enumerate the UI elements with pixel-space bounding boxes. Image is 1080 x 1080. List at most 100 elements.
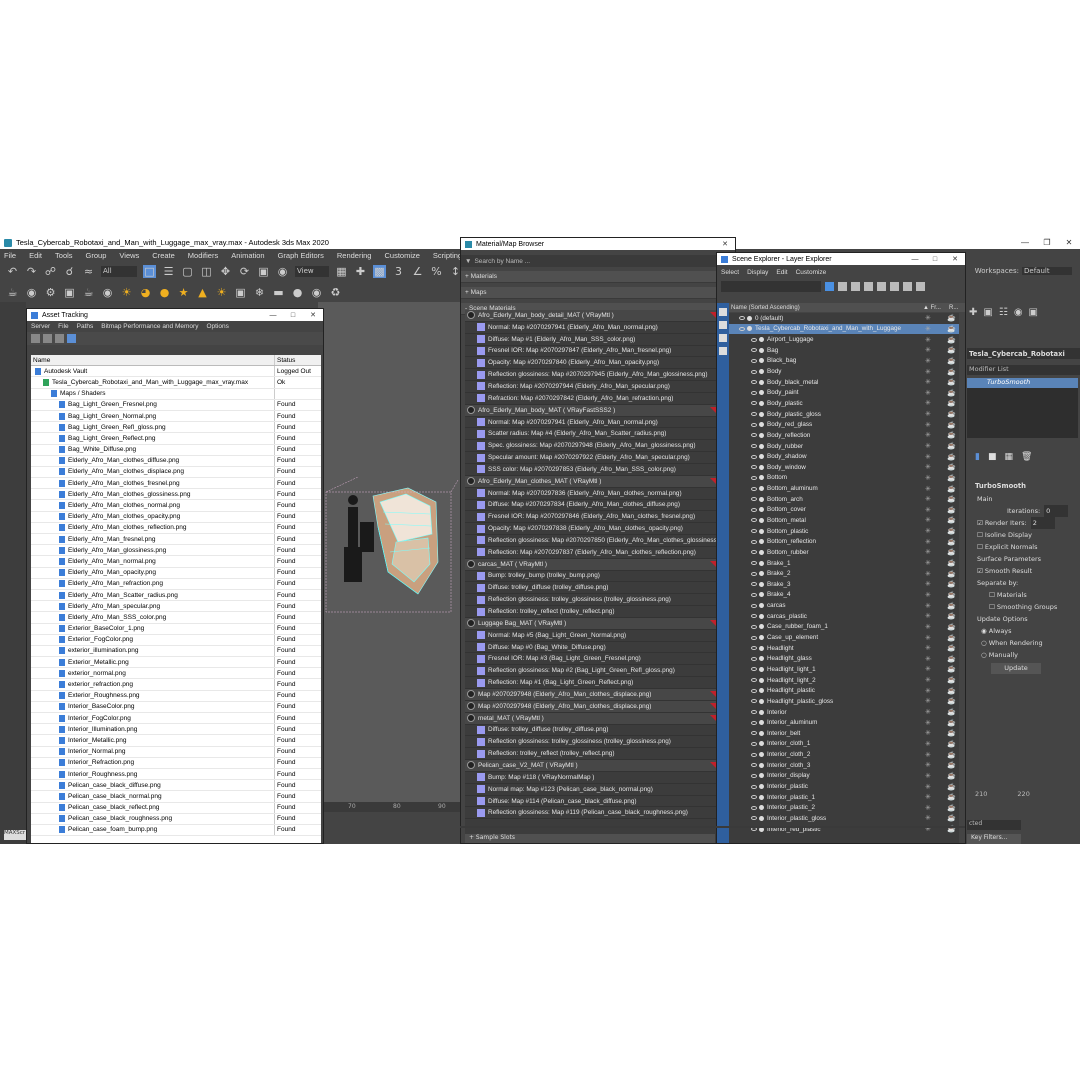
modifier-stack-turbosmooth[interactable]: TurboSmooth [967, 378, 1078, 388]
freeze-icon[interactable]: ✳ [925, 421, 931, 429]
map-item[interactable]: Opacity: Map #2070297838 (Elderly_Afro_M… [465, 523, 717, 536]
material-item[interactable]: carcas_MAT ( VRayMtl ) [465, 558, 717, 571]
asset-row[interactable]: Elderly_Afro_Man_fresnel.png Found [31, 534, 321, 546]
freeze-icon[interactable]: ✳ [925, 687, 931, 695]
visibility-eye-icon[interactable] [751, 646, 757, 651]
asset-row[interactable]: Elderly_Afro_Man_clothes_diffuse.png Foun… [31, 455, 321, 467]
freeze-icon[interactable]: ✳ [925, 399, 931, 407]
scene-item[interactable]: Interior_plastic_1 ✳ ☕ [729, 792, 959, 803]
motion-tab-icon[interactable]: ◉ [1014, 307, 1023, 318]
visibility-eye-icon[interactable] [751, 741, 757, 746]
freeze-icon[interactable]: ✳ [925, 634, 931, 642]
visibility-eye-icon[interactable] [751, 571, 757, 576]
scene-item[interactable]: Body_black_metal ✳ ☕ [729, 377, 959, 388]
materials-checkbox[interactable]: ☐ [989, 591, 995, 599]
visibility-eye-icon[interactable] [751, 337, 757, 342]
map-item[interactable]: Reflection: Map #2070297944 (Elderly_Afr… [465, 381, 717, 393]
renderable-icon[interactable]: ☕ [947, 314, 956, 322]
visibility-eye-icon[interactable] [751, 412, 757, 417]
all-filter-icon[interactable] [916, 281, 925, 291]
freeze-icon[interactable]: ✳ [925, 516, 931, 524]
map-item[interactable]: Reflection glossiness: trolley_glossines… [465, 736, 717, 749]
mat-browser-close-button[interactable]: ✕ [715, 238, 735, 250]
move-icon[interactable]: ✥ [219, 265, 232, 278]
visibility-eye-icon[interactable] [751, 731, 757, 736]
renderable-icon[interactable]: ☕ [947, 559, 956, 567]
visibility-eye-icon[interactable] [751, 635, 757, 640]
renderable-icon[interactable]: ☕ [947, 442, 956, 450]
freeze-icon[interactable]: ✳ [925, 314, 931, 322]
visibility-eye-icon[interactable] [751, 348, 757, 353]
asset-row[interactable]: Elderly_Afro_Man_clothes_normal.png Found [31, 500, 321, 512]
list-view-icon[interactable] [31, 334, 40, 343]
renderable-icon[interactable]: ☕ [947, 612, 956, 620]
scene-item[interactable]: Case_rubber_foam_1 ✳ ☕ [729, 622, 959, 633]
scene-item[interactable]: Brake_4 ✳ ☕ [729, 590, 959, 601]
asset-row[interactable]: Interior_BaseColor.png Found [31, 701, 321, 713]
material-item[interactable]: Afro_Ederly_Man_body_MAT ( VRayFastSSS2 … [465, 404, 717, 417]
visibility-eye-icon[interactable] [751, 369, 757, 374]
freeze-icon[interactable]: ✳ [925, 389, 931, 397]
visibility-eye-icon[interactable] [751, 805, 757, 810]
map-item[interactable]: Reflection glossiness: Map #119 (Pelican… [465, 807, 717, 820]
freeze-icon[interactable]: ✳ [925, 804, 931, 812]
material-item[interactable]: Map #2070297948 (Elderly_Afro_Man_clothe… [465, 700, 717, 713]
scene-item[interactable]: Body_plastic ✳ ☕ [729, 398, 959, 409]
renderable-icon[interactable]: ☕ [947, 538, 956, 546]
visibility-eye-icon[interactable] [751, 518, 757, 523]
scene-item[interactable]: Tesla_Cybercab_Robotaxi_and_Man_with_Lug… [729, 323, 959, 335]
scene-item[interactable]: Interior_plastic_2 ✳ ☕ [729, 802, 959, 813]
freeze-icon[interactable]: ✳ [925, 761, 931, 769]
shape-filter-icon[interactable] [864, 281, 873, 291]
menu-item[interactable]: Bitmap Performance and Memory [101, 323, 198, 330]
rect-selection-icon[interactable]: ▢ [181, 265, 194, 278]
perspective-viewport[interactable] [318, 302, 460, 812]
visibility-eye-icon[interactable] [751, 720, 757, 725]
lock-icon[interactable] [838, 281, 847, 291]
rotate-icon[interactable]: ⟳ [238, 265, 251, 278]
scene-close-button[interactable]: ✕ [945, 253, 965, 265]
visibility-eye-icon[interactable] [751, 475, 757, 480]
angle-snap-icon[interactable]: ∠ [411, 265, 424, 278]
freeze-icon[interactable]: ✳ [925, 783, 931, 791]
asset-row[interactable]: Pelican_case_black_normal.png Found [31, 791, 321, 803]
scene-item[interactable]: Interior_plastic_gloss ✳ ☕ [729, 813, 959, 824]
map-item[interactable]: Reflection glossiness: Map #2070297945 (… [465, 369, 717, 382]
toggle-icon[interactable]: ◉ [310, 286, 323, 299]
map-item[interactable]: Reflection: Map #2070297837 (Elderly_Afr… [465, 547, 717, 559]
scene-item[interactable]: Interior_cloth_1 ✳ ☕ [729, 739, 959, 750]
freeze-icon[interactable]: ✳ [925, 336, 931, 344]
explicit-normals-checkbox[interactable]: ☐ [977, 543, 983, 551]
renderable-icon[interactable]: ☕ [947, 665, 956, 673]
col-sorted-name[interactable]: Name (Sorted Ascending) [731, 305, 800, 311]
menu-item[interactable]: Options [206, 323, 228, 330]
asset-row[interactable]: Interior_Metallic.png Found [31, 735, 321, 747]
scale-icon[interactable]: ▣ [257, 265, 270, 278]
freeze-icon[interactable]: ✳ [925, 719, 931, 727]
visibility-eye-icon[interactable] [751, 582, 757, 587]
map-item[interactable]: Normal: Map #2070297836 (Elderly_Afro_Ma… [465, 488, 717, 500]
scene-item[interactable]: Bottom_cover ✳ ☕ [729, 505, 959, 516]
create-tab-icon[interactable]: ✚ [969, 307, 977, 318]
visibility-eye-icon[interactable] [751, 539, 757, 544]
freeze-icon[interactable]: ✳ [925, 602, 931, 610]
renderable-icon[interactable]: ☕ [947, 357, 956, 365]
place-icon[interactable]: ◉ [276, 265, 289, 278]
renderable-icon[interactable]: ☕ [947, 804, 956, 812]
scene-maximize-button[interactable]: □ [925, 253, 945, 265]
renderable-icon[interactable]: ☕ [947, 548, 956, 556]
asset-row[interactable]: Bag_Light_Green_Refl_gloss.png Found [31, 422, 321, 434]
freeze-icon[interactable]: ✳ [925, 357, 931, 365]
map-item[interactable]: Scatter radius: Map #4 (Elderly_Afro_Man… [465, 428, 717, 441]
scene-item[interactable]: Interior_cloth_2 ✳ ☕ [729, 749, 959, 760]
map-item[interactable]: Normal: Map #5 (Bag_Light_Green_Normal.p… [465, 630, 717, 642]
map-item[interactable]: Refraction: Map #2070297842 (Elderly_Afr… [465, 393, 717, 405]
visibility-eye-icon[interactable] [751, 497, 757, 502]
map-item[interactable]: Diffuse: trolley_diffuse (trolley_diffus… [465, 582, 717, 595]
layer-tool-icon[interactable] [719, 347, 727, 355]
freeze-icon[interactable]: ✳ [925, 644, 931, 652]
ref-coord-dropdown[interactable]: View [295, 265, 329, 277]
make-unique-icon[interactable]: ▦ [1004, 452, 1013, 466]
unlink-icon[interactable]: ☌ [63, 265, 76, 278]
scene-item[interactable]: Interior_cloth_3 ✳ ☕ [729, 760, 959, 771]
